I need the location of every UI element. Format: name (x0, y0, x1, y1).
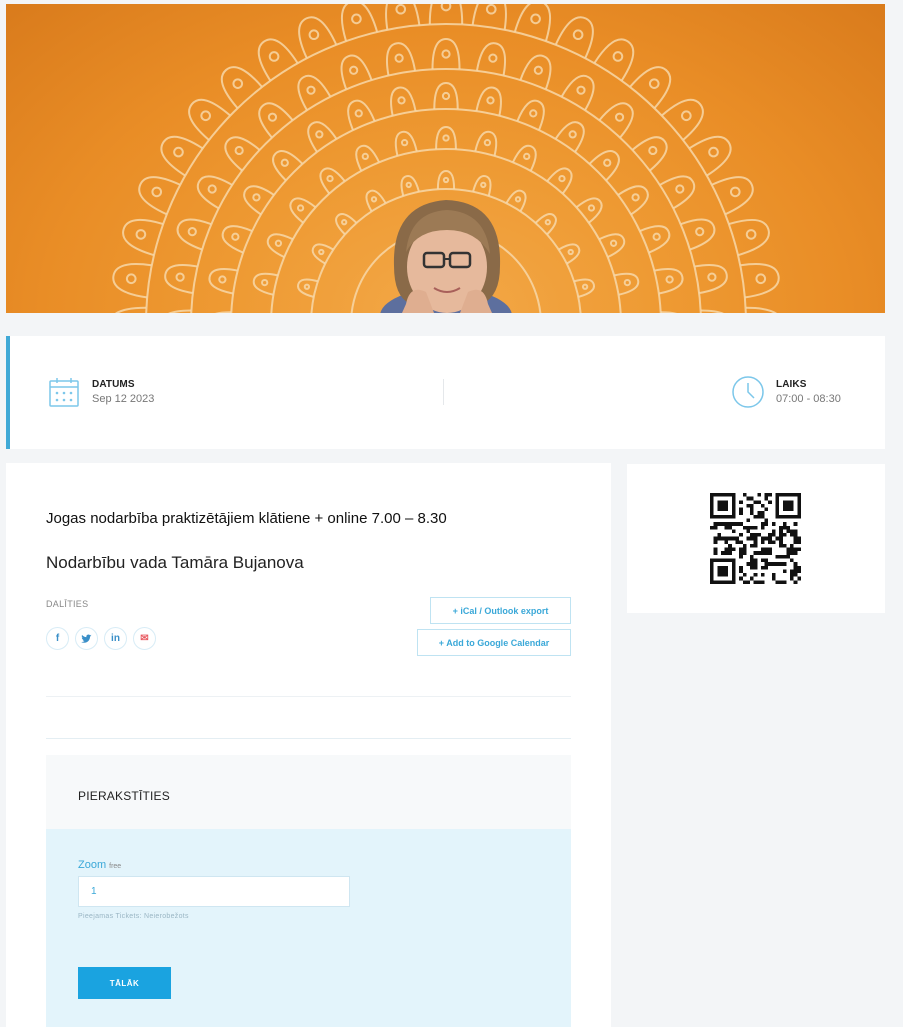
divider (46, 696, 571, 697)
ical-export-button[interactable]: + iCal / Outlook export (430, 597, 571, 624)
event-hero-image (6, 4, 885, 313)
qr-code (710, 493, 801, 584)
mandala-illustration (112, 4, 780, 313)
qr-code-card (627, 464, 885, 613)
event-time: LAIKS 07:00 - 08:30 (730, 374, 841, 410)
date-value: Sep 12 2023 (92, 393, 155, 405)
event-subtitle: Nodarbību vada Tamāra Bujanova (46, 553, 304, 572)
registration-header: PIERAKSTĪTIES (46, 755, 571, 829)
calendar-icon (49, 378, 79, 407)
google-calendar-button[interactable]: + Add to Google Calendar (417, 629, 571, 656)
event-info-bar: DATUMS Sep 12 2023 LAIKS 07:00 - 08:30 (6, 336, 885, 449)
twitter-share-button[interactable] (75, 627, 98, 650)
ticket-name: Zoom free (78, 859, 121, 871)
ticket-quantity-input[interactable]: 1 (78, 876, 350, 907)
time-value: 07:00 - 08:30 (776, 393, 841, 405)
ticket-price: free (109, 863, 122, 870)
registration-title: PIERAKSTĪTIES (78, 789, 170, 804)
event-date: DATUMS Sep 12 2023 (46, 374, 154, 410)
instructor-photo (380, 200, 512, 313)
time-label: LAIKS (776, 379, 807, 390)
email-icon: ✉ (140, 633, 149, 644)
linkedin-icon: in (111, 633, 120, 644)
event-details-card: Jogas nodarbība praktizētājiem klātiene … (6, 463, 611, 1027)
ticket-availability: Pieejamas Tickets: Neierobežots (78, 913, 189, 920)
divider (46, 738, 571, 739)
share-buttons: f in ✉ (46, 627, 156, 650)
event-title: Jogas nodarbība praktizētājiem klātiene … (46, 510, 447, 527)
registration-form: Zoom free 1 Pieejamas Tickets: Neierobežo… (46, 829, 571, 1027)
email-share-button[interactable]: ✉ (133, 627, 156, 650)
share-label: DALĪTIES (46, 599, 89, 609)
ticket-type: Zoom (78, 859, 107, 871)
next-button[interactable]: TĀLĀK (78, 967, 171, 999)
date-label: DATUMS (92, 379, 135, 390)
facebook-icon: f (55, 633, 60, 644)
clock-icon (732, 376, 764, 408)
facebook-share-button[interactable]: f (46, 627, 69, 650)
linkedin-share-button[interactable]: in (104, 627, 127, 650)
twitter-icon (81, 634, 92, 643)
info-divider (443, 379, 444, 405)
